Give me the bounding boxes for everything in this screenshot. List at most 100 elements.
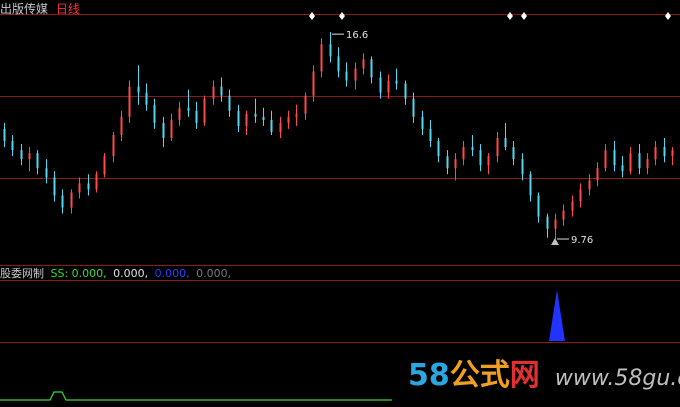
candle-body-21 <box>178 107 181 120</box>
candle-body-37 <box>312 71 315 96</box>
top-marker-0 <box>309 12 315 20</box>
candle-body-47 <box>395 80 398 84</box>
candle-body-77 <box>646 159 649 169</box>
candle-body-22 <box>187 107 190 111</box>
candle-body-24 <box>203 98 206 123</box>
candle-body-29 <box>245 113 248 126</box>
candle-body-56 <box>471 147 474 151</box>
chart-stage: 16.6 9.76 出版传媒 日线 股委网制 SS: 0.000, 0.000, … <box>0 0 680 407</box>
watermark-net: 网 <box>509 358 540 393</box>
candle-body-10 <box>87 183 90 190</box>
candle-body-19 <box>162 122 165 138</box>
candle-body-67 <box>562 210 565 220</box>
candle-body-59 <box>496 138 499 157</box>
candle-body-66 <box>554 219 557 229</box>
candle-body-14 <box>120 116 123 135</box>
candle-body-69 <box>579 189 582 202</box>
candle-body-25 <box>212 86 215 99</box>
candle-body-18 <box>153 104 156 123</box>
chart-header: 出版传媒 日线 <box>0 0 80 17</box>
candle-body-13 <box>112 134 115 157</box>
candle-body-17 <box>145 92 148 105</box>
candle-body-23 <box>195 110 198 123</box>
watermark: 58公式网 www.58gu.com <box>408 350 680 394</box>
candle-body-74 <box>621 165 624 172</box>
candle-body-39 <box>329 44 332 57</box>
candle-body-79 <box>663 147 666 157</box>
candlestick-chart: 16.6 9.76 <box>0 12 680 401</box>
candle-body-48 <box>404 83 407 99</box>
candle-body-35 <box>295 113 298 117</box>
candle-body-16 <box>137 86 140 93</box>
watermark-url: www.58gu.com <box>554 366 680 391</box>
candle-body-72 <box>604 150 607 169</box>
candle-body-46 <box>387 80 390 93</box>
candle-body-30 <box>254 113 257 117</box>
indicator-value-4: 0.000, <box>196 267 232 280</box>
top-marker-1 <box>339 12 345 20</box>
candle-body-57 <box>479 150 482 166</box>
candle-body-61 <box>512 147 515 160</box>
candle-body-70 <box>588 180 591 190</box>
candle-body-80 <box>671 150 674 157</box>
candle-body-62 <box>521 159 524 175</box>
candle-body-9 <box>78 183 81 193</box>
candle-body-11 <box>95 174 98 190</box>
candle-body-6 <box>53 177 56 196</box>
candle-body-76 <box>638 153 641 169</box>
candle-body-53 <box>446 156 449 169</box>
candle-body-36 <box>304 95 307 114</box>
candle-body-32 <box>270 119 273 132</box>
candle-body-15 <box>128 86 131 117</box>
candle-body-60 <box>504 138 507 148</box>
top-marker-2 <box>507 12 513 20</box>
indicator-spike <box>549 290 565 341</box>
candle-body-49 <box>412 98 415 117</box>
indicator-value-3: 0.000, <box>154 267 190 280</box>
candle-body-50 <box>421 116 424 129</box>
candle-body-8 <box>70 192 73 208</box>
candle-body-26 <box>220 86 223 96</box>
candle-body-7 <box>61 195 64 208</box>
candle-body-0 <box>3 128 6 142</box>
indicator-header: 股委网制 SS: 0.000, 0.000, 0.000, 0.000, <box>0 265 234 281</box>
candle-body-4 <box>36 153 39 169</box>
watermark-cjk: 公式 <box>449 358 510 393</box>
min-price-label: 9.76 <box>571 235 593 246</box>
candle-body-3 <box>28 153 31 160</box>
candle-body-78 <box>654 147 657 160</box>
top-marker-3 <box>521 12 527 20</box>
candle-body-31 <box>262 116 265 120</box>
candle-body-2 <box>20 150 23 160</box>
indicator-green-line <box>0 391 392 401</box>
candle-body-1 <box>11 141 14 151</box>
candle-body-64 <box>537 195 540 217</box>
candle-body-44 <box>370 59 373 78</box>
candle-body-51 <box>429 128 432 142</box>
candle-body-43 <box>362 59 365 69</box>
period-label: 日线 <box>55 2 80 16</box>
candle-body-40 <box>337 56 340 72</box>
candle-body-28 <box>237 110 240 126</box>
candle-body-73 <box>613 150 616 166</box>
candle-body-58 <box>487 156 490 166</box>
candle-body-65 <box>546 216 549 229</box>
candle-body-41 <box>345 71 348 81</box>
candle-body-68 <box>571 201 574 211</box>
candle-body-54 <box>454 159 457 169</box>
candle-body-33 <box>279 122 282 132</box>
candle-body-38 <box>320 44 323 72</box>
candle-body-71 <box>596 168 599 181</box>
candle-body-34 <box>287 116 290 123</box>
indicator-value-2: 0.000, <box>113 267 149 280</box>
watermark-digits: 58 <box>408 358 450 393</box>
candle-body-42 <box>354 68 357 81</box>
indicator-value-ss: SS: 0.000, <box>50 267 107 280</box>
stock-title: 出版传媒 <box>0 2 49 16</box>
indicator-name: 股委网制 <box>0 267 44 280</box>
candle-body-52 <box>437 141 440 157</box>
candle-body-5 <box>45 168 48 178</box>
candle-body-63 <box>529 174 532 196</box>
candle-body-20 <box>170 119 173 138</box>
candle-body-27 <box>228 95 231 111</box>
